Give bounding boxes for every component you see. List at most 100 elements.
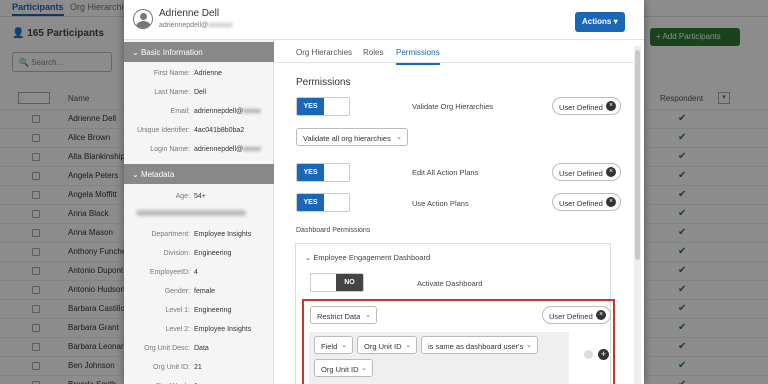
field-value: 21 [194,364,202,371]
user-defined-text: User Defined [559,103,603,112]
field-value: adriennepdell@xxxxx [194,108,261,115]
basic-info-section[interactable]: ⌄ Basic Information [124,42,274,62]
field-value: Engineering [194,250,231,257]
use-plans-label: Use Action Plans [412,199,469,208]
field-value: 4ac041b8b0ba2 [194,127,244,134]
activate-dashboard-toggle[interactable]: NO [310,273,364,292]
field-value-text: Engineering [194,307,232,314]
field-label: Gender: [164,288,190,295]
operator-text: is same as dashboard user's [428,342,524,351]
user-defined-badge[interactable]: User Defined × [552,97,621,115]
edit-plans-toggle[interactable]: YES [296,163,350,182]
redacted-field [136,210,246,216]
metadata-label: Metadata [140,170,175,179]
chevron-down-icon: ⌄ [526,342,532,349]
field-label: Email: [170,108,190,115]
participant-email-text: adriennepdell@ [159,22,209,29]
chevron-down-icon: ⌄ [305,253,312,262]
tab-divider [275,62,635,63]
field-label: Org Unit Desc: [144,345,190,352]
basic-info-label: Basic Information [140,48,203,57]
tab-org-hierarchies[interactable]: Org Hierarchies [296,48,352,63]
field-value: Adrienne [194,70,222,77]
field-dropdown[interactable]: Field ⌄ [314,336,353,354]
chevron-down-icon: ⌄ [361,365,367,372]
chevron-down-icon: ⌄ [396,134,402,141]
user-defined-text: User Defined [559,199,603,208]
field-value-text: Adrienne [194,70,223,77]
field-value-text: Dell [194,89,207,96]
dashboard-header[interactable]: ⌄ Employee Engagement Dashboard [305,253,430,262]
value-dropdown[interactable]: Org Unit ID ⌄ [314,359,373,377]
permissions-title: Permissions [296,77,351,88]
tab-roles[interactable]: Roles [363,48,383,63]
field-text: Field [321,342,338,351]
user-defined-text: User Defined [549,312,593,321]
field-value-text: Engineering [194,250,232,257]
field-value-text: 4ac041b8b0ba2 [194,127,245,134]
chevron-down-icon: ⌄ [132,48,139,57]
remove-condition-icon[interactable] [584,350,593,359]
toggle-yes: YES [297,194,324,211]
info-sidebar: ⌄ Basic Information First Name: Adrienne L… [124,40,274,384]
dashboard-name: Employee Engagement Dashboard [313,253,431,262]
user-defined-badge[interactable]: User Defined × [552,193,621,211]
field-value: Employee Insights [194,326,251,333]
chevron-down-icon: ▾ [613,17,618,26]
field-label: Division: [163,250,190,257]
field-value-text: 21 [194,364,202,371]
add-condition-icon[interactable]: + [598,349,609,360]
validate-org-label: Validate Org Hierarchies [412,102,494,111]
chevron-down-icon: ⌄ [132,170,139,179]
field-value-text: 4 [194,269,198,276]
edit-plans-label: Edit All Action Plans [412,168,479,177]
use-plans-toggle[interactable]: YES [296,193,350,212]
actions-label: Actions [582,17,612,26]
org-unit-id-dropdown[interactable]: Org Unit ID ⌄ [357,336,417,354]
close-icon[interactable]: × [596,310,606,320]
actions-button[interactable]: Actions ▾ [575,12,625,32]
restrict-data-text: Restrict Data [317,312,361,321]
value-text: Org Unit ID [321,365,359,374]
field-value: adriennepdell@xxxxx [194,146,261,153]
validate-dropdown-text: Validate all org hierarchies [303,134,391,143]
avatar [133,9,153,29]
org-unit-id-text: Org Unit ID [364,342,402,351]
close-icon[interactable]: × [606,197,616,207]
user-defined-text: User Defined [559,169,603,178]
dashboard-permissions-label: Dashboard Permissions [296,227,371,234]
operator-dropdown[interactable]: is same as dashboard user's ⌄ [421,336,538,354]
user-defined-badge[interactable]: User Defined × [552,163,621,181]
toggle-no: NO [336,274,363,291]
field-value: 54+ [194,193,206,200]
close-icon[interactable]: × [606,167,616,177]
field-value-text: 54+ [194,193,206,200]
field-value-text: adriennepdell@ [194,146,244,153]
participant-email: adriennepdell@xxxxxxx [159,22,233,29]
user-defined-badge[interactable]: User Defined × [542,306,611,324]
field-value: Employee Insights [194,231,251,238]
field-label: Level 2: [165,326,190,333]
toggle-yes: YES [297,98,324,115]
restrict-data-dropdown[interactable]: Restrict Data ⌄ [310,306,377,324]
field-value-text: Data [194,345,209,352]
validate-org-toggle[interactable]: YES [296,97,350,116]
validate-hierarchies-dropdown[interactable]: Validate all org hierarchies ⌄ [296,128,408,146]
field-label: Level 1: [165,307,190,314]
field-label: Org Unit ID: [153,364,190,371]
field-label: EmployeeID: [149,269,190,276]
field-value-text: female [194,288,216,295]
field-label: Department: [151,231,190,238]
metadata-section[interactable]: ⌄ Metadata [124,164,274,184]
permissions-panel: Org Hierarchies Roles Permissions Permis… [275,40,635,384]
chevron-down-icon: ⌄ [405,342,411,349]
field-value: Data [194,345,209,352]
participant-name: Adrienne Dell [159,8,220,19]
modal-scrollbar-thumb[interactable] [635,50,640,260]
field-value: Engineering [194,307,231,314]
field-label: Age: [175,193,190,200]
close-icon[interactable]: × [606,101,616,111]
field-value-text: Employee Insights [194,231,252,238]
field-value: 4 [194,269,198,276]
chevron-down-icon: ⌄ [365,312,371,319]
